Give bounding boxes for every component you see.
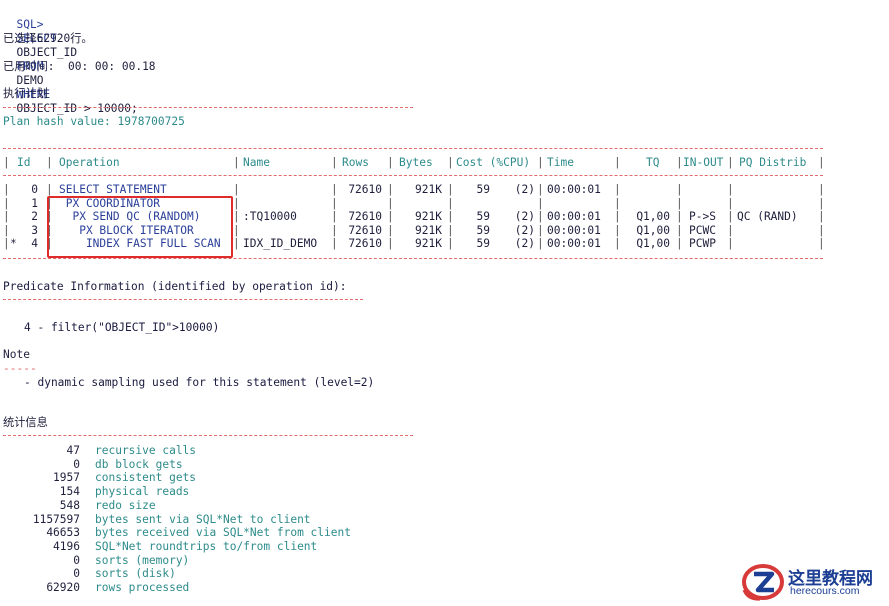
statistic-label: sorts (disk) bbox=[95, 567, 176, 581]
header-cost: Cost (%CPU) bbox=[456, 156, 531, 169]
plan-row-bytes: 921K bbox=[415, 210, 442, 224]
elapsed-label: 已用时间: bbox=[3, 60, 55, 73]
plan-row-cpu: (2) bbox=[514, 223, 535, 237]
statistic-value: 47 bbox=[66, 444, 80, 457]
header-rows: Rows bbox=[342, 156, 369, 169]
plan-row-cpu: (2) bbox=[514, 183, 535, 196]
statistics-title: 统计信息 bbox=[3, 416, 48, 429]
header-pq-distrib: PQ Distrib bbox=[739, 156, 807, 169]
plan-row-tq: Q1,00 bbox=[636, 223, 670, 237]
plan-row-time: 00:00:01 bbox=[547, 223, 601, 237]
statistic-value: 1157597 bbox=[32, 512, 80, 526]
note-dynamic-sampling: - dynamic sampling used for this stateme… bbox=[24, 376, 375, 389]
watermark-url: herecours.com bbox=[790, 585, 860, 597]
plan-row-time: 00:00:01 bbox=[547, 183, 601, 196]
statistic-label: consistent gets bbox=[95, 471, 197, 485]
plan-title-divider bbox=[3, 107, 413, 108]
rows-selected-message: 已选择62920行。 bbox=[3, 32, 93, 45]
note-title: Note bbox=[3, 348, 30, 361]
statistic-value: 46653 bbox=[46, 526, 80, 540]
plan-row-tq: Q1,00 bbox=[636, 237, 670, 251]
plan-row-id: 3 bbox=[31, 223, 38, 237]
statistic-label: rows processed bbox=[95, 581, 190, 594]
z-logo-icon bbox=[742, 564, 784, 601]
plan-table-header: | Id | Operation | Name | Rows | Bytes |… bbox=[3, 156, 825, 169]
header-operation: Operation bbox=[59, 156, 120, 169]
plan-row-pq-distrib: QC (RAND) bbox=[737, 210, 798, 224]
statistic-value: 548 bbox=[59, 498, 80, 512]
header-time: Time bbox=[547, 156, 574, 169]
highlight-box bbox=[47, 196, 233, 258]
plan-row-rows: 72610 bbox=[348, 210, 382, 224]
plan-row-cost: 59 bbox=[476, 183, 490, 196]
plan-row-cost: 59 bbox=[476, 237, 490, 251]
plan-row-id: 2 bbox=[31, 210, 38, 224]
plan-table-header-divider bbox=[3, 175, 823, 176]
plan-row-id: 1 bbox=[31, 196, 38, 210]
header-in-out: IN-OUT bbox=[683, 156, 724, 169]
statistic-label: recursive calls bbox=[95, 444, 197, 457]
execution-plan-title: 执行计划 bbox=[3, 87, 48, 100]
plan-row-tq: Q1,00 bbox=[636, 210, 670, 224]
note-underline: ----- bbox=[3, 362, 37, 375]
elapsed-time-line: 已用时间: 00: 00: 00.18 bbox=[3, 60, 156, 74]
plan-row-cost: 59 bbox=[476, 223, 490, 237]
statistic-label: sorts (memory) bbox=[95, 553, 190, 567]
plan-row-time: 00:00:01 bbox=[547, 210, 601, 224]
plan-row: | | | | | | | | | | | 0 SELECT STATEMENT 72610 921K 59(… bbox=[3, 183, 825, 196]
plan-row-in-out: PCWP bbox=[689, 237, 716, 251]
column-name: OBJECT_ID bbox=[16, 46, 78, 59]
plan-row-id: 4 bbox=[31, 237, 38, 251]
statistic-label: SQL*Net roundtrips to/from client bbox=[95, 539, 318, 553]
statistic-value: 0 bbox=[73, 553, 80, 567]
statistic-value: 154 bbox=[59, 485, 80, 499]
statistic-label: redo size bbox=[95, 498, 156, 512]
plan-row-rows: 72610 bbox=[348, 223, 382, 237]
statistic-label: bytes received via SQL*Net from client bbox=[95, 526, 351, 540]
plan-row-time: 00:00:01 bbox=[547, 237, 601, 251]
statistics-divider bbox=[3, 435, 413, 436]
plan-row-id: 0 bbox=[31, 183, 38, 196]
where-condition: OBJECT_ID > 10000; bbox=[16, 102, 138, 115]
plan-row-bytes: 921K bbox=[415, 223, 442, 237]
plan-row-cpu: (2) bbox=[514, 210, 535, 224]
predicate-divider bbox=[3, 299, 363, 300]
sql-prompt: SQL> bbox=[16, 18, 44, 31]
plan-row-bytes: 921K bbox=[415, 237, 442, 251]
plan-table-bottom-divider bbox=[3, 258, 823, 259]
predicate-filter: 4 - filter("OBJECT_ID">10000) bbox=[24, 321, 220, 334]
plan-row-cpu: (2) bbox=[514, 237, 535, 251]
plan-row-name: IDX_ID_DEMO bbox=[243, 237, 318, 251]
statistic-value: 62920 bbox=[46, 581, 80, 594]
plan-table-top-divider bbox=[3, 148, 823, 149]
header-name: Name bbox=[243, 156, 270, 169]
plan-row-rows: 72610 bbox=[348, 237, 382, 251]
plan-row-name: :TQ10000 bbox=[243, 210, 297, 224]
plan-hash-value: Plan hash value: 1978700725 bbox=[3, 115, 185, 128]
elapsed-value: 00: 00: 00.18 bbox=[67, 60, 156, 73]
plan-row-operation: SELECT STATEMENT bbox=[59, 183, 167, 196]
header-id: Id bbox=[17, 156, 31, 169]
watermark-logo: 这里教程网 herecours.com bbox=[740, 560, 889, 603]
header-tq: TQ bbox=[646, 156, 660, 169]
plan-row-marker: * bbox=[10, 237, 17, 251]
statistic-value: 4196 bbox=[53, 539, 80, 553]
statistic-value: 0 bbox=[73, 567, 80, 581]
table-name: DEMO bbox=[16, 74, 44, 87]
plan-row-cost: 59 bbox=[476, 210, 490, 224]
plan-row-in-out: P->S bbox=[689, 210, 716, 224]
predicate-title: Predicate Information (identified by ope… bbox=[3, 280, 347, 293]
statistic-value: 0 bbox=[73, 457, 80, 471]
plan-row-in-out: PCWC bbox=[689, 223, 716, 237]
statistic-value: 1957 bbox=[53, 471, 80, 485]
statistic-label: db block gets bbox=[95, 457, 183, 471]
plan-row-rows: 72610 bbox=[348, 183, 382, 196]
header-bytes: Bytes bbox=[399, 156, 433, 169]
statistic-label: bytes sent via SQL*Net to client bbox=[95, 512, 311, 526]
statistic-label: physical reads bbox=[95, 485, 190, 499]
plan-row-bytes: 921K bbox=[415, 183, 442, 196]
